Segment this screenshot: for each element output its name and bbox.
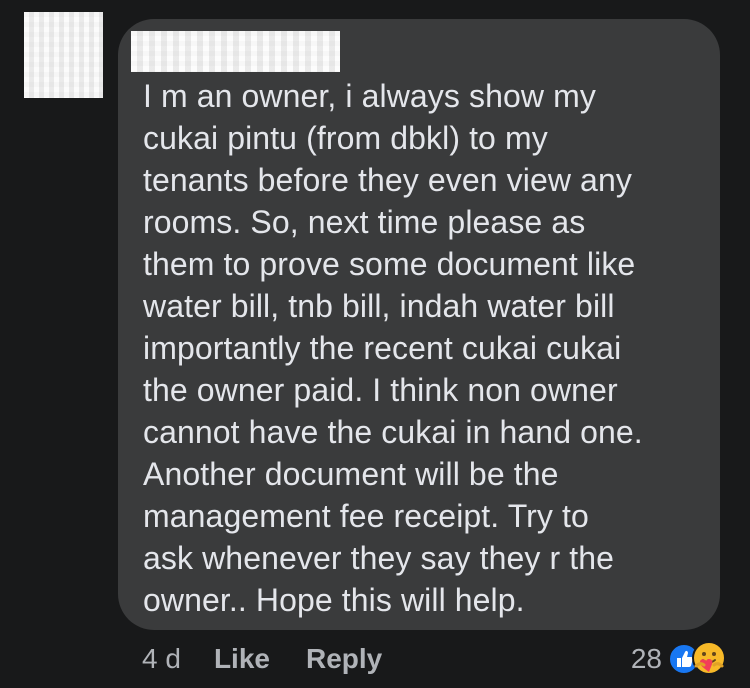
comment-line: cannot have the cukai in hand one. — [143, 414, 643, 450]
timestamp[interactable]: 4 d — [142, 643, 181, 675]
comment-line: owner.. Hope this will help. — [143, 582, 525, 618]
comment-line: I m an owner, i always show my — [143, 78, 596, 114]
comment-actions: 4 d Like Reply — [142, 638, 382, 680]
comment-line: tenants before they even view any — [143, 162, 632, 198]
comment-line: Another document will be the — [143, 456, 559, 492]
comment-line: cukai pintu (from dbkl) to my — [143, 120, 548, 156]
comment-line: them to prove some document like — [143, 246, 636, 282]
comment-screenshot: I m an owner, i always show my cukai pin… — [0, 0, 750, 688]
comment-text: I m an owner, i always show my cukai pin… — [143, 75, 713, 621]
redacted-author-name[interactable] — [131, 31, 340, 72]
like-button[interactable]: Like — [214, 643, 270, 675]
reply-button[interactable]: Reply — [306, 643, 382, 675]
comment-line: rooms. So, next time please as — [143, 204, 586, 240]
comment-line: water bill, tnb bill, indah water bill — [143, 288, 615, 324]
reactions-summary[interactable]: 28 — [631, 638, 728, 680]
comment-line: the owner paid. I think non owner — [143, 372, 618, 408]
reaction-count[interactable]: 28 — [631, 643, 662, 675]
reaction-icons[interactable] — [668, 641, 728, 677]
avatar[interactable] — [24, 12, 103, 98]
comment-line: ask whenever they say they r the — [143, 540, 614, 576]
comment-line: importantly the recent cukai cukai — [143, 330, 622, 366]
comment-line: management fee receipt. Try to — [143, 498, 589, 534]
care-icon — [692, 641, 726, 675]
